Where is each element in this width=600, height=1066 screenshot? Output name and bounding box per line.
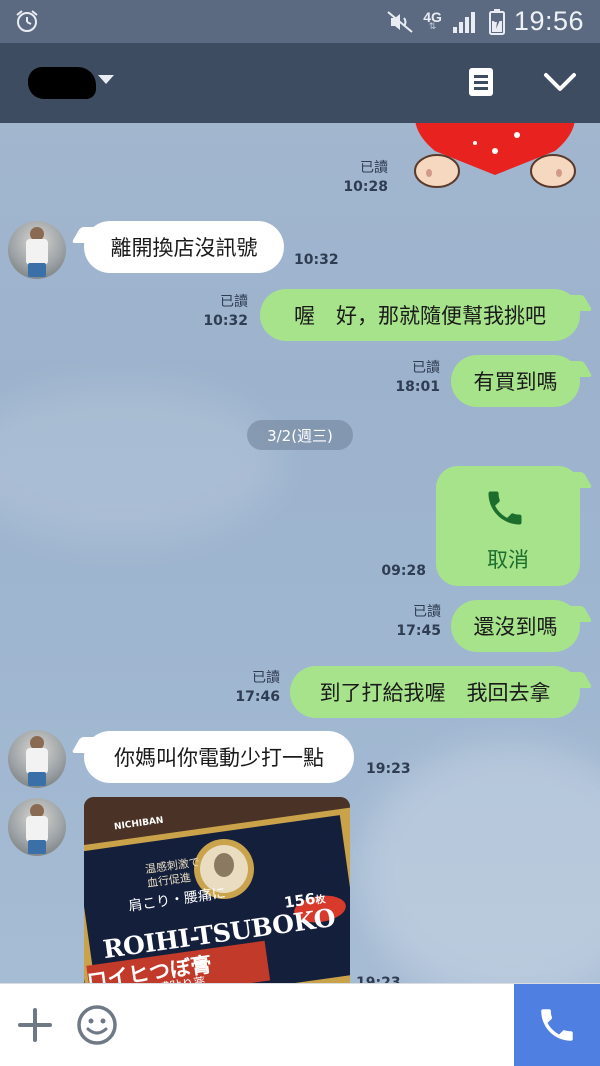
photo-message[interactable]: NICHIBAN 温感刺激で 血行促進 肩こり・腰痛に 156枚 ROIHI-T… (84, 797, 350, 983)
call-status-label: 取消 (487, 548, 529, 572)
read-receipt: 已讀 (360, 160, 388, 176)
call-bubble[interactable]: 取消 (436, 466, 580, 586)
chat-area[interactable]: 已讀 10:28 離開換店沒訊號 10:32 已讀 10:32 喔 好，那就隨便… (0, 123, 600, 983)
message-meta: 10:32 (294, 250, 339, 270)
date-divider: 3/2(週三) (247, 420, 353, 450)
alarm-icon (16, 10, 38, 32)
avatar[interactable] (8, 730, 66, 788)
read-receipt: 已讀 (220, 294, 248, 310)
mute-icon (387, 10, 413, 33)
phone-icon (541, 1009, 573, 1041)
input-bar (0, 983, 600, 1066)
message-time: 17:45 (396, 623, 441, 639)
message-bubble[interactable]: 到了打給我喔 我回去拿 (290, 666, 580, 718)
heart-sticker (414, 123, 576, 188)
note-icon[interactable] (468, 67, 494, 97)
signal-icon (452, 11, 475, 33)
data-arrows-icon: ⇅ (428, 21, 437, 32)
message-meta: 已讀 10:32 (190, 293, 248, 331)
avatar[interactable] (8, 798, 66, 856)
phone-icon (488, 491, 522, 525)
message-time: 10:28 (343, 179, 388, 195)
network-label: 4G (423, 8, 442, 25)
message-time: 18:01 (395, 379, 440, 395)
message-bubble[interactable]: 喔 好，那就隨便幫我挑吧 (260, 289, 580, 341)
message-meta: 已讀 17:46 (220, 669, 280, 707)
read-receipt: 已讀 (413, 604, 441, 620)
message-meta: 09:28 (366, 561, 426, 581)
chat-name-redacted[interactable] (28, 67, 96, 99)
background-cloud (360, 743, 600, 983)
status-time: 19:56 (513, 6, 584, 36)
message-bubble[interactable]: 離開換店沒訊號 (84, 221, 284, 273)
message-bubble[interactable]: 你媽叫你電動少打一點 (84, 731, 354, 783)
message-bubble[interactable]: 有買到嗎 (451, 355, 580, 407)
dropdown-caret-icon[interactable] (98, 75, 114, 84)
message-meta: 已讀 18:01 (380, 359, 440, 397)
message-time: 19:23 (356, 975, 401, 983)
message-time: 10:32 (294, 252, 339, 268)
chevron-down-icon[interactable] (543, 71, 577, 93)
chat-header (0, 43, 600, 123)
battery-charging-icon (488, 8, 505, 35)
read-receipt: 已讀 (252, 670, 280, 686)
message-text: 有買到嗎 (473, 370, 558, 394)
date-divider-label: 3/2(週三) (267, 426, 333, 445)
message-meta: 已讀 17:45 (381, 603, 441, 641)
message-time: 10:32 (203, 313, 248, 329)
message-bubble[interactable]: 還沒到嗎 (451, 600, 580, 652)
message-meta: 19:23 (356, 973, 401, 983)
call-button[interactable] (514, 984, 600, 1066)
message-time: 19:23 (366, 761, 411, 777)
avatar[interactable] (8, 221, 66, 279)
network-indicator: 4G ⇅ (423, 8, 442, 32)
message-text: 還沒到嗎 (473, 615, 558, 639)
emoji-icon[interactable] (76, 1004, 118, 1046)
message-text: 離開換店沒訊號 (110, 236, 258, 260)
message-meta: 已讀 10:28 (320, 159, 388, 197)
message-time: 09:28 (381, 563, 426, 579)
message-time: 17:46 (235, 689, 280, 705)
status-bar: 4G ⇅ 19:56 (0, 0, 600, 43)
message-text: 喔 好，那就隨便幫我挑吧 (294, 304, 546, 328)
plus-icon[interactable] (16, 1006, 54, 1044)
message-meta: 19:23 (366, 759, 411, 779)
message-text: 到了打給我喔 我回去拿 (319, 681, 551, 705)
background-cloud (0, 383, 280, 543)
message-text: 你媽叫你電動少打一點 (114, 746, 324, 770)
read-receipt: 已讀 (412, 360, 440, 376)
